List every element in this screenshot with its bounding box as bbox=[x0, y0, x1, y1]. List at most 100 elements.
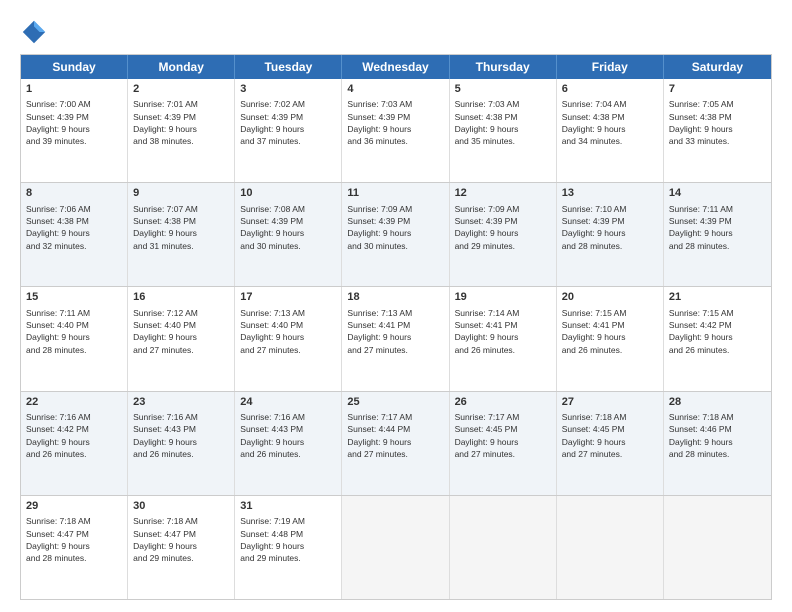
weekday-header: Wednesday bbox=[342, 55, 449, 79]
calendar-row: 8Sunrise: 7:06 AMSunset: 4:38 PMDaylight… bbox=[21, 182, 771, 286]
calendar-cell: 20 Sunrise: 7:15 AMSunset: 4:41 PMDayligh… bbox=[557, 287, 664, 390]
calendar-cell: 30Sunrise: 7:18 AMSunset: 4:47 PMDayligh… bbox=[128, 496, 235, 599]
cell-info: Sunrise: 7:05 AMSunset: 4:38 PMDaylight:… bbox=[669, 98, 766, 147]
cell-info: Sunrise: 7:17 AMSunset: 4:45 PMDaylight:… bbox=[455, 411, 551, 460]
cell-info: Sunrise: 7:16 AMSunset: 4:43 PMDaylight:… bbox=[133, 411, 229, 460]
cell-info: Sunrise: 7:04 AMSunset: 4:38 PMDaylight:… bbox=[562, 98, 658, 147]
calendar-body: 1Sunrise: 7:00 AMSunset: 4:39 PMDaylight… bbox=[21, 79, 771, 599]
day-number: 31 bbox=[240, 499, 336, 514]
day-number: 21 bbox=[669, 290, 766, 305]
day-number: 30 bbox=[133, 499, 229, 514]
day-number: 12 bbox=[455, 186, 551, 201]
calendar-cell: 17 Sunrise: 7:13 AMSunset: 4:40 PMDayligh… bbox=[235, 287, 342, 390]
day-number: 28 bbox=[669, 395, 766, 410]
calendar-row: 29Sunrise: 7:18 AMSunset: 4:47 PMDayligh… bbox=[21, 495, 771, 599]
header bbox=[20, 18, 772, 46]
calendar-header: SundayMondayTuesdayWednesdayThursdayFrid… bbox=[21, 55, 771, 79]
day-number: 20 bbox=[562, 290, 658, 305]
empty-cell bbox=[664, 496, 771, 599]
calendar-row: 15Sunrise: 7:11 AMSunset: 4:40 PMDayligh… bbox=[21, 286, 771, 390]
calendar-cell: 26Sunrise: 7:17 AMSunset: 4:45 PMDayligh… bbox=[450, 392, 557, 495]
calendar-cell: 25Sunrise: 7:17 AMSunset: 4:44 PMDayligh… bbox=[342, 392, 449, 495]
calendar-row: 1Sunrise: 7:00 AMSunset: 4:39 PMDaylight… bbox=[21, 79, 771, 182]
day-number: 17 bbox=[240, 290, 336, 305]
calendar-cell: 6Sunrise: 7:04 AMSunset: 4:38 PMDaylight… bbox=[557, 79, 664, 182]
calendar-cell: 10 Sunrise: 7:08 AMSunset: 4:39 PMDayligh… bbox=[235, 183, 342, 286]
calendar-cell: 29Sunrise: 7:18 AMSunset: 4:47 PMDayligh… bbox=[21, 496, 128, 599]
cell-info: Sunrise: 7:11 AMSunset: 4:39 PMDaylight:… bbox=[669, 203, 766, 252]
cell-info: Sunrise: 7:17 AMSunset: 4:44 PMDaylight:… bbox=[347, 411, 443, 460]
cell-info: Sunrise: 7:12 AMSunset: 4:40 PMDaylight:… bbox=[133, 307, 229, 356]
empty-cell bbox=[557, 496, 664, 599]
day-number: 19 bbox=[455, 290, 551, 305]
cell-info: Sunrise: 7:09 AMSunset: 4:39 PMDaylight:… bbox=[455, 203, 551, 252]
day-number: 7 bbox=[669, 82, 766, 97]
day-number: 27 bbox=[562, 395, 658, 410]
day-number: 5 bbox=[455, 82, 551, 97]
calendar-cell: 21 Sunrise: 7:15 AMSunset: 4:42 PMDayligh… bbox=[664, 287, 771, 390]
day-number: 15 bbox=[26, 290, 122, 305]
cell-info: Sunrise: 7:15 AMSunset: 4:41 PMDaylight:… bbox=[562, 307, 658, 356]
day-number: 29 bbox=[26, 499, 122, 514]
calendar-cell: 9 Sunrise: 7:07 AMSunset: 4:38 PMDaylight… bbox=[128, 183, 235, 286]
calendar-cell: 3Sunrise: 7:02 AMSunset: 4:39 PMDaylight… bbox=[235, 79, 342, 182]
day-number: 8 bbox=[26, 186, 122, 201]
day-number: 24 bbox=[240, 395, 336, 410]
empty-cell bbox=[342, 496, 449, 599]
cell-info: Sunrise: 7:02 AMSunset: 4:39 PMDaylight:… bbox=[240, 98, 336, 147]
day-number: 23 bbox=[133, 395, 229, 410]
day-number: 3 bbox=[240, 82, 336, 97]
cell-info: Sunrise: 7:08 AMSunset: 4:39 PMDaylight:… bbox=[240, 203, 336, 252]
day-number: 4 bbox=[347, 82, 443, 97]
weekday-header: Monday bbox=[128, 55, 235, 79]
cell-info: Sunrise: 7:13 AMSunset: 4:41 PMDaylight:… bbox=[347, 307, 443, 356]
day-number: 25 bbox=[347, 395, 443, 410]
weekday-header: Thursday bbox=[450, 55, 557, 79]
calendar-cell: 15Sunrise: 7:11 AMSunset: 4:40 PMDayligh… bbox=[21, 287, 128, 390]
calendar-cell: 11 Sunrise: 7:09 AMSunset: 4:39 PMDayligh… bbox=[342, 183, 449, 286]
calendar: SundayMondayTuesdayWednesdayThursdayFrid… bbox=[20, 54, 772, 600]
cell-info: Sunrise: 7:18 AMSunset: 4:47 PMDaylight:… bbox=[26, 515, 122, 564]
cell-info: Sunrise: 7:03 AMSunset: 4:39 PMDaylight:… bbox=[347, 98, 443, 147]
calendar-cell: 24Sunrise: 7:16 AMSunset: 4:43 PMDayligh… bbox=[235, 392, 342, 495]
cell-info: Sunrise: 7:16 AMSunset: 4:42 PMDaylight:… bbox=[26, 411, 122, 460]
cell-info: Sunrise: 7:00 AMSunset: 4:39 PMDaylight:… bbox=[26, 98, 122, 147]
cell-info: Sunrise: 7:18 AMSunset: 4:46 PMDaylight:… bbox=[669, 411, 766, 460]
day-number: 18 bbox=[347, 290, 443, 305]
calendar-cell: 2Sunrise: 7:01 AMSunset: 4:39 PMDaylight… bbox=[128, 79, 235, 182]
cell-info: Sunrise: 7:18 AMSunset: 4:45 PMDaylight:… bbox=[562, 411, 658, 460]
calendar-cell: 4Sunrise: 7:03 AMSunset: 4:39 PMDaylight… bbox=[342, 79, 449, 182]
calendar-cell: 22Sunrise: 7:16 AMSunset: 4:42 PMDayligh… bbox=[21, 392, 128, 495]
day-number: 6 bbox=[562, 82, 658, 97]
day-number: 11 bbox=[347, 186, 443, 201]
logo-icon bbox=[20, 18, 48, 46]
logo bbox=[20, 18, 52, 46]
calendar-cell: 1Sunrise: 7:00 AMSunset: 4:39 PMDaylight… bbox=[21, 79, 128, 182]
cell-info: Sunrise: 7:14 AMSunset: 4:41 PMDaylight:… bbox=[455, 307, 551, 356]
calendar-cell: 28Sunrise: 7:18 AMSunset: 4:46 PMDayligh… bbox=[664, 392, 771, 495]
calendar-cell: 14Sunrise: 7:11 AMSunset: 4:39 PMDayligh… bbox=[664, 183, 771, 286]
cell-info: Sunrise: 7:10 AMSunset: 4:39 PMDaylight:… bbox=[562, 203, 658, 252]
calendar-cell: 7Sunrise: 7:05 AMSunset: 4:38 PMDaylight… bbox=[664, 79, 771, 182]
cell-info: Sunrise: 7:03 AMSunset: 4:38 PMDaylight:… bbox=[455, 98, 551, 147]
calendar-cell: 5Sunrise: 7:03 AMSunset: 4:38 PMDaylight… bbox=[450, 79, 557, 182]
calendar-cell: 12 Sunrise: 7:09 AMSunset: 4:39 PMDayligh… bbox=[450, 183, 557, 286]
day-number: 22 bbox=[26, 395, 122, 410]
page: SundayMondayTuesdayWednesdayThursdayFrid… bbox=[0, 0, 792, 612]
day-number: 26 bbox=[455, 395, 551, 410]
calendar-cell: 19 Sunrise: 7:14 AMSunset: 4:41 PMDayligh… bbox=[450, 287, 557, 390]
cell-info: Sunrise: 7:16 AMSunset: 4:43 PMDaylight:… bbox=[240, 411, 336, 460]
calendar-cell: 31Sunrise: 7:19 AMSunset: 4:48 PMDayligh… bbox=[235, 496, 342, 599]
cell-info: Sunrise: 7:13 AMSunset: 4:40 PMDaylight:… bbox=[240, 307, 336, 356]
day-number: 10 bbox=[240, 186, 336, 201]
calendar-cell: 13Sunrise: 7:10 AMSunset: 4:39 PMDayligh… bbox=[557, 183, 664, 286]
cell-info: Sunrise: 7:19 AMSunset: 4:48 PMDaylight:… bbox=[240, 515, 336, 564]
cell-info: Sunrise: 7:07 AMSunset: 4:38 PMDaylight:… bbox=[133, 203, 229, 252]
weekday-header: Sunday bbox=[21, 55, 128, 79]
calendar-cell: 8Sunrise: 7:06 AMSunset: 4:38 PMDaylight… bbox=[21, 183, 128, 286]
day-number: 9 bbox=[133, 186, 229, 201]
day-number: 16 bbox=[133, 290, 229, 305]
weekday-header: Tuesday bbox=[235, 55, 342, 79]
cell-info: Sunrise: 7:09 AMSunset: 4:39 PMDaylight:… bbox=[347, 203, 443, 252]
cell-info: Sunrise: 7:15 AMSunset: 4:42 PMDaylight:… bbox=[669, 307, 766, 356]
